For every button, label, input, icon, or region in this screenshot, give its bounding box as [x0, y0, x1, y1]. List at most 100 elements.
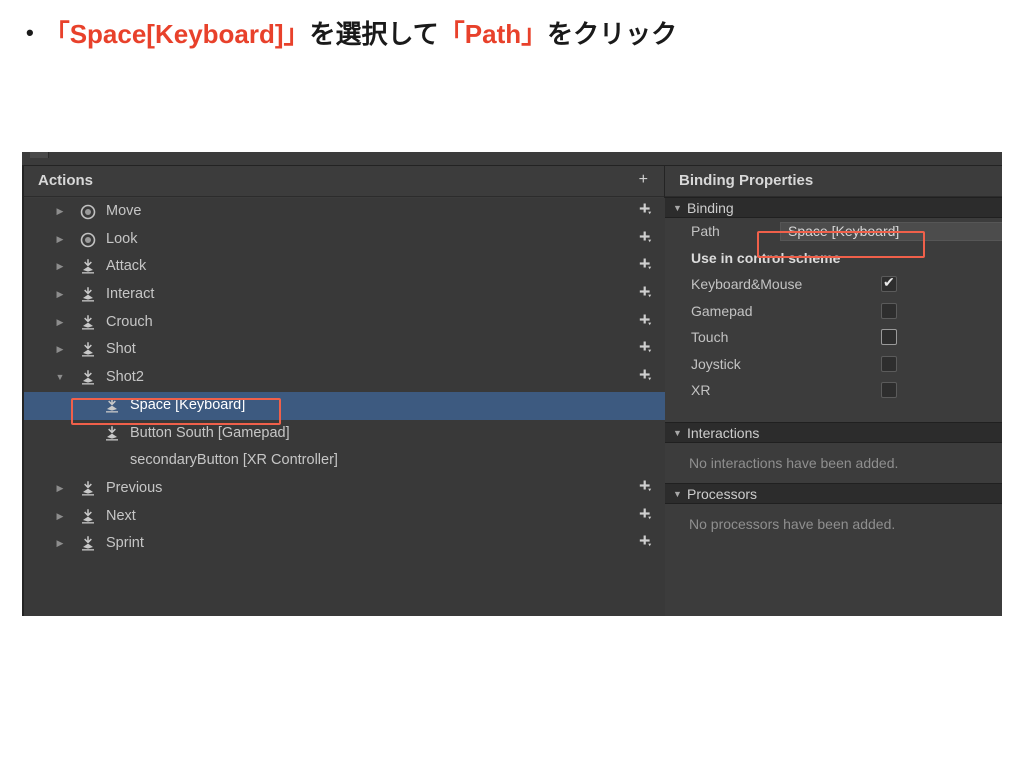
- check-icon: ✔: [883, 274, 895, 290]
- chevron-right-icon[interactable]: ▶: [54, 281, 66, 309]
- add-binding-button[interactable]: [637, 530, 653, 558]
- tree-row-label: Next: [106, 503, 136, 531]
- tree-row-label: Crouch: [106, 309, 153, 337]
- tree-row[interactable]: secondaryButton [XR Controller]: [24, 447, 665, 475]
- control-scheme-row[interactable]: Joystick: [665, 351, 1002, 378]
- tree-row[interactable]: ▼Shot2: [24, 364, 665, 392]
- tree-row[interactable]: ▶ Previous: [24, 475, 665, 503]
- add-action-button[interactable]: +: [639, 172, 648, 188]
- button-press-icon: [80, 364, 98, 392]
- chevron-right-icon[interactable]: ▶: [54, 309, 66, 337]
- interactions-empty-text: No interactions have been added.: [665, 443, 1002, 483]
- chevron-down-icon[interactable]: ▼: [54, 364, 66, 392]
- control-scheme-checkbox[interactable]: [881, 303, 897, 319]
- control-scheme-label: Touch: [691, 324, 728, 351]
- button-press-icon: [80, 475, 98, 503]
- tree-row-selected[interactable]: Space [Keyboard]: [24, 392, 665, 420]
- button-press-icon: [104, 392, 122, 420]
- add-binding-button[interactable]: [637, 253, 653, 281]
- tree-row-label: Look: [106, 226, 137, 254]
- button-press-icon: [80, 309, 98, 337]
- tree-row[interactable]: ▶ Interact: [24, 281, 665, 309]
- chevron-right-icon[interactable]: ▶: [54, 253, 66, 281]
- add-binding-button[interactable]: [637, 309, 653, 337]
- control-scheme-label: Gamepad: [691, 298, 752, 325]
- chevron-down-icon: ▼: [673, 484, 682, 505]
- add-binding-button[interactable]: [637, 503, 653, 531]
- binding-pane-title: Binding Properties: [679, 172, 813, 189]
- toolbar-tab-nub: [30, 152, 49, 158]
- control-scheme-row[interactable]: XR: [665, 377, 1002, 404]
- control-scheme-label: XR: [691, 377, 710, 404]
- binding-pane-header: Binding Properties: [665, 166, 1002, 197]
- chevron-right-icon[interactable]: ▶: [54, 475, 66, 503]
- caption-text-click: をクリック: [547, 19, 677, 49]
- add-binding-button[interactable]: [637, 364, 653, 392]
- actions-pane-header: Actions +: [24, 166, 664, 197]
- tree-row[interactable]: ▶Sprint: [24, 530, 665, 558]
- button-press-icon: [80, 281, 98, 309]
- actions-pane: Actions + ▶ Move ▶ Look ▶ Attack ▶ Interact ▶ Cro…: [22, 166, 665, 616]
- tree-row[interactable]: ▶ Attack: [24, 253, 665, 281]
- tree-row-label: Interact: [106, 281, 154, 309]
- tree-row[interactable]: Button South [Gamepad]: [24, 420, 665, 448]
- control-scheme-checkbox[interactable]: ✔: [881, 276, 897, 292]
- control-scheme-row[interactable]: Keyboard&Mouse ✔: [665, 271, 1002, 298]
- tree-row-label: Space [Keyboard]: [130, 392, 245, 420]
- slide-caption: •「Space[Keyboard]」を選択して「Path」をクリック: [26, 14, 996, 51]
- actions-tree[interactable]: ▶Move▶Look▶Attack▶Interact▶Crouch▶Shot▼S…: [24, 198, 665, 616]
- control-scheme-label: Keyboard&Mouse: [691, 271, 802, 298]
- panes-container: Actions + ▶ Move ▶ Look ▶ Attack ▶ Interact ▶ Cro…: [22, 166, 1002, 616]
- chevron-right-icon[interactable]: ▶: [54, 198, 66, 226]
- section-interactions-header[interactable]: ▼ Interactions: [665, 422, 1002, 443]
- tree-row[interactable]: ▶ Crouch: [24, 309, 665, 337]
- caption-highlight-path: 「Path」: [439, 19, 547, 49]
- button-press-icon: [104, 420, 122, 448]
- caption-text-select: を選択して: [310, 19, 439, 49]
- actions-pane-title: Actions: [38, 172, 93, 189]
- binding-properties-pane: Binding Properties ▼ Binding Path Space …: [665, 166, 1002, 616]
- add-binding-button[interactable]: [637, 336, 653, 364]
- chevron-right-icon[interactable]: ▶: [54, 503, 66, 531]
- section-binding-header[interactable]: ▼ Binding: [665, 197, 1002, 218]
- tree-row-label: Attack: [106, 253, 146, 281]
- value-stick-icon: [80, 226, 98, 254]
- processors-empty-text: No processors have been added.: [665, 504, 1002, 544]
- add-binding-button[interactable]: [637, 226, 653, 254]
- chevron-right-icon[interactable]: ▶: [54, 336, 66, 364]
- button-press-icon: [80, 253, 98, 281]
- caption-highlight-space: 「Space[Keyboard]」: [44, 19, 310, 49]
- tree-row-label: secondaryButton [XR Controller]: [130, 447, 338, 475]
- value-stick-icon: [80, 198, 98, 226]
- section-binding-label: Binding: [687, 198, 734, 219]
- control-scheme-checkbox[interactable]: [881, 356, 897, 372]
- add-binding-button[interactable]: [637, 198, 653, 226]
- path-value: Space [Keyboard]: [788, 223, 899, 240]
- slide-root: •「Space[Keyboard]」を選択して「Path」をクリック Actio…: [0, 0, 1024, 768]
- add-binding-button[interactable]: [637, 475, 653, 503]
- window-toolbar-strip: [22, 152, 1002, 166]
- section-processors-header[interactable]: ▼ Processors: [665, 483, 1002, 504]
- control-scheme-checkbox[interactable]: [881, 329, 897, 345]
- chevron-right-icon[interactable]: ▶: [54, 226, 66, 254]
- tree-row[interactable]: ▶ Look: [24, 226, 665, 254]
- control-scheme-row[interactable]: Gamepad: [665, 298, 1002, 325]
- tree-row[interactable]: ▶ Shot: [24, 336, 665, 364]
- tree-row-label: Move: [106, 198, 141, 226]
- button-press-icon: [80, 530, 98, 558]
- tree-row-label: Button South [Gamepad]: [130, 420, 290, 448]
- control-scheme-list: Keyboard&Mouse ✔ GamepadTouchJoystickXR: [665, 271, 1002, 404]
- button-press-icon: [80, 503, 98, 531]
- chevron-right-icon[interactable]: ▶: [54, 530, 66, 558]
- tree-row-label: Previous: [106, 475, 162, 503]
- tree-row[interactable]: ▶ Next: [24, 503, 665, 531]
- tree-row[interactable]: ▶ Move: [24, 198, 665, 226]
- use-in-control-scheme-label: Use in control scheme: [691, 245, 840, 272]
- control-scheme-row[interactable]: Touch: [665, 324, 1002, 351]
- toolbar-blank-area: [54, 152, 1002, 165]
- path-dropdown[interactable]: Space [Keyboard]: [780, 222, 1002, 241]
- tree-row-label: Shot: [106, 336, 136, 364]
- add-binding-button[interactable]: [637, 281, 653, 309]
- control-scheme-label: Joystick: [691, 351, 741, 378]
- control-scheme-checkbox[interactable]: [881, 382, 897, 398]
